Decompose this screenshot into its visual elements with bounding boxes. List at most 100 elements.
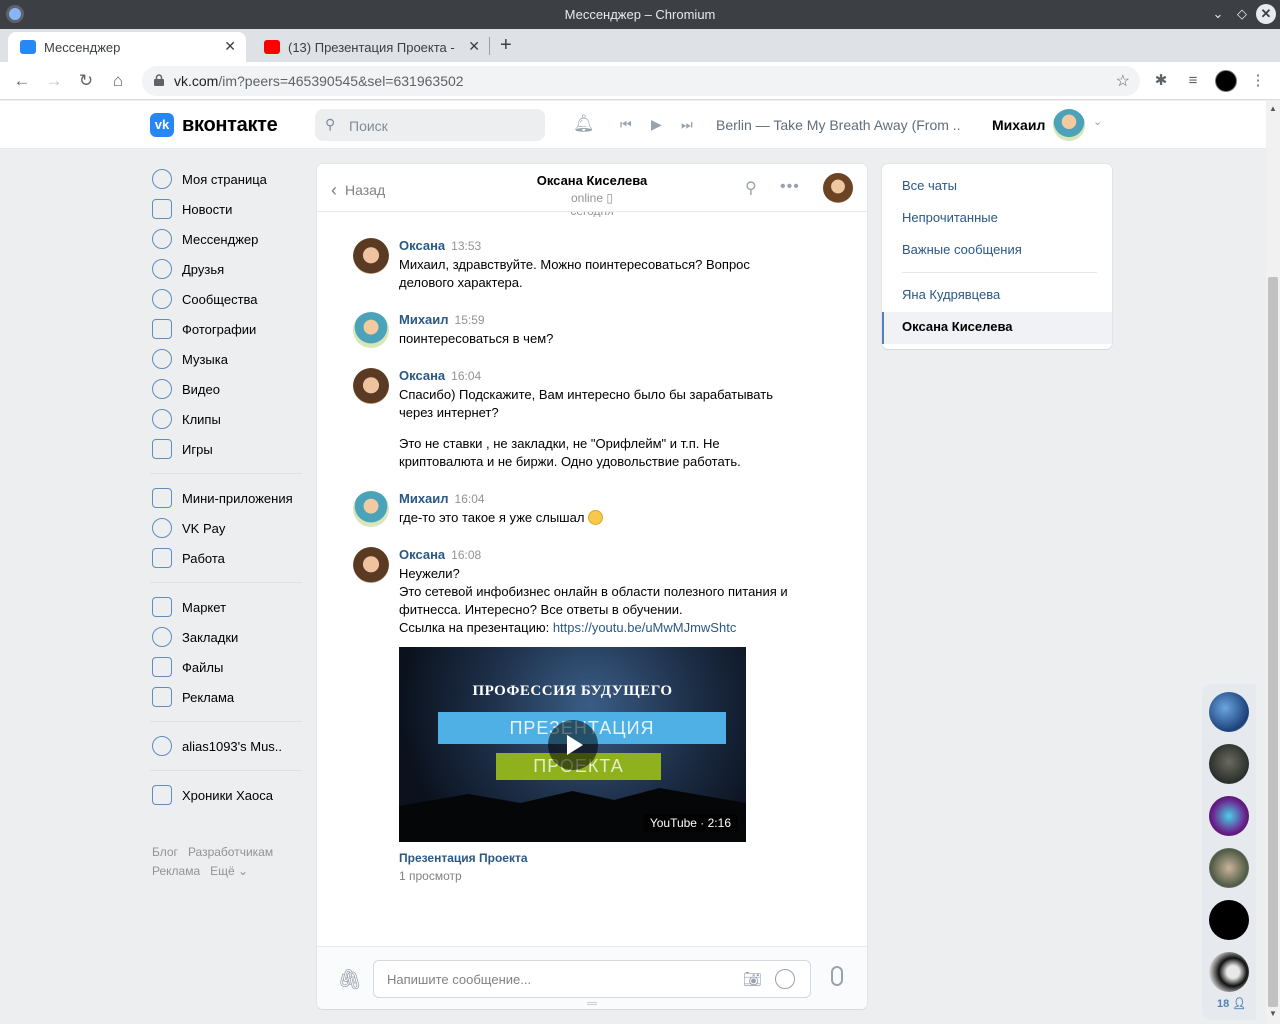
minimize-icon[interactable]: ⌄: [1208, 4, 1228, 24]
tab-youtube[interactable]: (13) Презентация Проекта - ✕: [252, 32, 490, 62]
person-icon: 👤︎: [1232, 998, 1247, 1010]
new-tab-icon[interactable]: +: [500, 34, 512, 57]
video-title[interactable]: Презентация Проекта: [399, 851, 528, 865]
nav-label: Мессенджер: [182, 231, 259, 247]
more-dots-icon[interactable]: •••: [780, 178, 800, 196]
avatar[interactable]: [353, 368, 389, 404]
nav-my-page[interactable]: Моя страница: [150, 164, 302, 194]
nav-bookmarks[interactable]: Закладки: [150, 622, 302, 652]
nav-label: Видео: [182, 381, 220, 397]
contact-avatar[interactable]: [823, 173, 853, 203]
nav-messenger[interactable]: Мессенджер: [150, 224, 302, 254]
filter-important[interactable]: Важные сообщения: [902, 242, 1022, 257]
chat-head-avatar[interactable]: [1209, 692, 1249, 732]
profile-avatar[interactable]: [1215, 70, 1237, 92]
scrollbar-thumb[interactable]: [1268, 277, 1278, 1007]
resize-grip[interactable]: [587, 1002, 597, 1005]
video-attachment[interactable]: ПРОФЕССИЯ БУДУЩЕГО ПРЕЗЕНТАЦИЯ ПРОЕКТА Y…: [399, 647, 746, 842]
forward-arrow-icon[interactable]: →: [43, 70, 65, 92]
scroll-up-arrow-icon[interactable]: ▲: [1269, 104, 1277, 113]
notifications-bell-icon[interactable]: 🔔︎: [573, 114, 595, 134]
message-author[interactable]: Оксана: [399, 238, 445, 253]
close-tab-icon[interactable]: ✕: [468, 38, 480, 55]
message-author[interactable]: Оксана: [399, 368, 445, 383]
reload-icon[interactable]: ↻: [75, 70, 97, 92]
message-time: 16:08: [451, 548, 482, 562]
nav-group-alias1093[interactable]: alias1093's Mus..: [150, 731, 302, 761]
lock-icon: [154, 74, 164, 86]
message-author[interactable]: Михаил: [399, 491, 449, 506]
search-input[interactable]: ⚲ Поиск: [315, 109, 545, 141]
media-queue-icon[interactable]: ≡: [1182, 70, 1204, 92]
nav-news[interactable]: Новости: [150, 194, 302, 224]
nav-vk-pay[interactable]: VK Pay: [150, 513, 302, 543]
browser-menu-icon[interactable]: ⋮: [1247, 70, 1269, 92]
home-icon[interactable]: ⌂: [107, 70, 129, 92]
page-scrollbar[interactable]: ▲ ▼: [1266, 101, 1280, 1024]
nav-communities[interactable]: Сообщества: [150, 284, 302, 314]
nav-music[interactable]: Музыка: [150, 344, 302, 374]
nav-friends[interactable]: Друзья: [150, 254, 302, 284]
search-icon[interactable]: ⚲: [745, 178, 757, 198]
nav-files[interactable]: Файлы: [150, 652, 302, 682]
message-input[interactable]: Напишите сообщение... 📷︎: [373, 960, 811, 998]
chat-head-avatar[interactable]: [1209, 900, 1249, 940]
chat-heads-count[interactable]: 18 👤︎: [1217, 997, 1246, 1010]
nav-divider: [150, 770, 302, 771]
chevron-down-icon[interactable]: ⌄: [1093, 115, 1102, 128]
nav-clips[interactable]: Клипы: [150, 404, 302, 434]
filter-unread[interactable]: Непрочитанные: [902, 210, 998, 225]
footer-link-more[interactable]: Ещё ⌄: [210, 864, 248, 878]
vk-favicon-icon: [20, 40, 36, 54]
nav-label: Маркет: [182, 599, 227, 615]
message-author[interactable]: Оксана: [399, 547, 445, 562]
player-track-title[interactable]: Berlin — Take My Breath Away (From ...: [716, 117, 961, 133]
footer-link-ads[interactable]: Реклама: [152, 864, 200, 878]
extensions-puzzle-icon[interactable]: ✱: [1150, 70, 1172, 92]
maximize-icon[interactable]: ◇: [1232, 4, 1252, 24]
close-tab-icon[interactable]: ✕: [224, 38, 236, 55]
message-author[interactable]: Михаил: [399, 312, 449, 327]
address-bar[interactable]: vk.com/im?peers=465390545&sel=631963502 …: [142, 66, 1140, 96]
back-arrow-icon[interactable]: ←: [11, 70, 33, 92]
close-window-icon[interactable]: ✕: [1256, 4, 1276, 24]
nav-work[interactable]: Работа: [150, 543, 302, 573]
presentation-link[interactable]: https://youtu.be/uMwMJmwShtc: [553, 620, 737, 635]
chat-head-avatar[interactable]: [1209, 796, 1249, 836]
nav-market[interactable]: Маркет: [150, 592, 302, 622]
microphone-icon[interactable]: [831, 966, 843, 986]
header-user-avatar[interactable]: [1053, 109, 1085, 141]
chat-head-avatar[interactable]: [1209, 952, 1249, 992]
attach-paperclip-icon[interactable]: 🖇︎: [337, 967, 362, 992]
footer-link-blog[interactable]: Блог: [152, 845, 178, 859]
nav-games[interactable]: Игры: [150, 434, 302, 464]
chat-link-yana[interactable]: Яна Кудрявцева: [902, 287, 1000, 302]
avatar[interactable]: [353, 312, 389, 348]
filter-all-chats[interactable]: Все чаты: [902, 178, 957, 193]
nav-photos[interactable]: Фотографии: [150, 314, 302, 344]
bookmark-star-icon[interactable]: ☆: [1116, 71, 1130, 91]
nav-ads[interactable]: Реклама: [150, 682, 302, 712]
avatar[interactable]: [353, 238, 389, 274]
vk-logo[interactable]: vk вконтакте: [150, 113, 278, 137]
previous-track-icon[interactable]: ⏮: [620, 117, 632, 133]
tab-messenger[interactable]: Мессенджер ✕: [8, 32, 246, 62]
play-icon[interactable]: ▶: [651, 116, 662, 133]
chat-head-avatar[interactable]: [1209, 848, 1249, 888]
play-button-icon[interactable]: [548, 720, 598, 770]
emoji-smile-icon[interactable]: [775, 969, 795, 989]
chat-head-avatar[interactable]: [1209, 744, 1249, 784]
scroll-down-arrow-icon[interactable]: ▼: [1269, 1009, 1277, 1018]
camera-icon[interactable]: 📷︎: [743, 970, 762, 988]
nav-mini-apps[interactable]: Мини-приложения: [150, 483, 302, 513]
nav-game-chaos[interactable]: Хроники Хаоса: [150, 780, 302, 810]
footer-link-developers[interactable]: Разработчикам: [188, 845, 273, 859]
next-track-icon[interactable]: ⏭: [681, 117, 693, 133]
chat-link-oksana[interactable]: Оксана Киселева: [902, 319, 1013, 334]
footer-links: Блог Разработчикам Реклама Ещё ⌄: [152, 843, 312, 881]
header-user-name[interactable]: Михаил: [992, 117, 1045, 133]
avatar[interactable]: [353, 491, 389, 527]
nav-video[interactable]: Видео: [150, 374, 302, 404]
avatar[interactable]: [353, 547, 389, 583]
message-meta: Оксана 13:53: [399, 238, 481, 253]
